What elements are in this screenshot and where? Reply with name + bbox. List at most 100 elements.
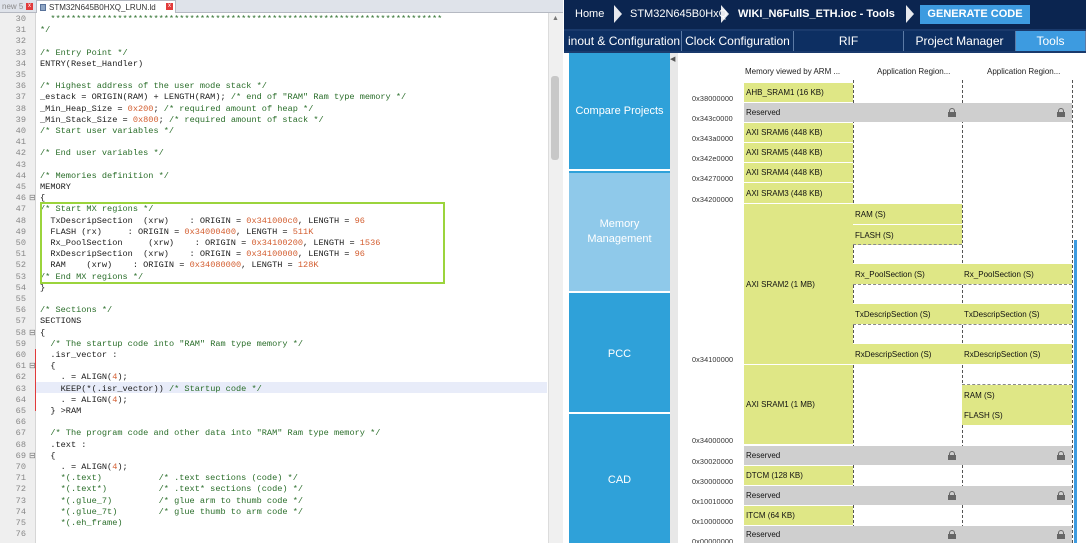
app1-region-ram[interactable]: RAM (S) [853,204,962,224]
line-number: 75 [15,518,26,528]
code-line: /* End user variables */ [40,148,164,159]
cubemx-tab-row: inout & Configuration Clock Configuratio… [564,29,1086,53]
app2-region-rx-pool[interactable]: Rx_PoolSection (S) [962,264,1072,284]
sidebar-item-compare-projects[interactable]: Compare Projects [569,53,670,171]
line-number: 35 [15,70,26,80]
app2-region-rx-descrip[interactable]: RxDescripSection (S) [962,344,1072,364]
code-line: /* Memories definition */ [40,170,169,181]
line-number: 64 [15,394,26,405]
code-line: SECTIONS [40,316,82,327]
address-label: 0x343c0000 [692,114,733,123]
app1-region-rx-descrip[interactable]: RxDescripSection (S) [853,344,962,364]
sidebar-item-cad[interactable]: CAD [569,416,670,543]
region-reserved[interactable]: Reserved [744,446,1072,465]
memory-view-scrollbar[interactable] [1074,240,1077,543]
address-label: 0x38000000 [692,94,734,103]
region-axi-sram1[interactable]: AXI SRAM1 (1 MB) [744,365,853,444]
breadcrumb-separator-icon [614,5,624,24]
lock-icon [1057,108,1065,117]
line-number: 69 [15,450,26,461]
fold-toggle-icon[interactable]: ⊟ [29,328,36,339]
app2-region-flash[interactable]: FLASH (S) [962,405,1072,425]
tab-linker-file[interactable]: STM32N645B0HXQ_LRUN.ld [36,0,176,13]
line-number: 72 [15,484,26,495]
address-label: 0x10010000 [692,497,734,506]
region-label: TxDescripSection (S) [855,309,931,319]
fold-toggle-icon[interactable]: ⊟ [29,193,36,204]
breadcrumb-project[interactable]: WIKI_N6FullS_ETH.ioc - Tools [738,5,895,24]
tab-label: STM32N645B0HXQ_LRUN.ld [49,3,156,12]
tab-tools[interactable]: Tools [1016,31,1086,51]
line-number: 44 [15,170,26,181]
region-axi-sram4[interactable]: AXI SRAM4 (448 KB) [744,163,853,182]
line-number: 50 [15,238,26,248]
region-label: Reserved [746,108,781,117]
breadcrumb-home[interactable]: Home [575,5,604,24]
line-number: 65 [15,406,26,416]
line-number: 70 [15,462,26,472]
column-header-app-region-1[interactable]: Application Region... [877,67,950,76]
line-number: 42 [15,148,26,159]
column-header-app-region-2[interactable]: Application Region... [987,67,1060,76]
region-label: Rx_PoolSection (S) [964,269,1034,279]
line-number: 60 [15,350,26,360]
region-reserved[interactable]: Reserved [744,486,1072,505]
region-label: TxDescripSection (S) [964,309,1040,319]
line-number: 46 [15,193,26,204]
line-number: 31 [15,25,26,36]
app1-region-flash[interactable]: FLASH (S) [853,225,962,245]
sidebar-item-memory-management[interactable]: Memory Management [569,173,670,293]
line-number: 47 [15,204,26,215]
line-number: 62 [15,372,26,383]
tab-pinout-configuration[interactable]: inout & Configuration [564,31,682,51]
tab-project-manager[interactable]: Project Manager [904,31,1016,51]
line-number: 40 [15,126,26,136]
code-line: */ [40,25,51,36]
lock-icon [1057,530,1065,539]
generate-code-button[interactable]: GENERATE CODE [920,5,1030,24]
code-line: . = ALIGN(4); [40,372,128,383]
fold-marker-line [35,349,36,411]
fold-toggle-icon[interactable]: ⊟ [29,451,36,462]
region-itcm[interactable]: ITCM (64 KB) [744,506,853,525]
line-number: 30 [15,14,26,24]
app2-region-ram[interactable]: RAM (S) [962,385,1072,405]
region-axi-sram3[interactable]: AXI SRAM3 (448 KB) [744,183,853,203]
region-label: AXI SRAM3 (448 KB) [746,188,823,198]
code-line: } [40,282,46,293]
app1-region-tx-descrip[interactable]: TxDescripSection (S) [853,304,962,324]
close-icon[interactable]: x [26,3,33,10]
region-ahb-sram1[interactable]: AHB_SRAM1 (16 KB) [744,83,853,102]
scroll-up-icon[interactable]: ▲ [550,14,561,24]
region-axi-sram2[interactable]: AXI SRAM2 (1 MB) [744,204,853,364]
sidebar-item-label: CAD [607,473,632,486]
region-dtcm[interactable]: DTCM (128 KB) [744,466,853,485]
region-reserved[interactable]: Reserved [744,103,1072,122]
code-line: ****************************************… [40,14,443,24]
memory-map-view[interactable] [678,53,1086,543]
lock-icon [948,451,956,460]
code-line: /* The program code and other data into … [50,428,381,439]
line-number: 54 [15,282,26,293]
tab-rif[interactable]: RIF [794,31,904,51]
sidebar-collapse-handle[interactable]: ◀ [670,53,678,543]
code-line: /* Sections */ [40,305,113,316]
tab-clock-configuration[interactable]: Clock Configuration [682,31,794,51]
sidebar-item-pcc[interactable]: PCC [569,295,670,414]
app1-region-rx-pool[interactable]: Rx_PoolSection (S) [853,264,962,284]
region-axi-sram6[interactable]: AXI SRAM6 (448 KB) [744,123,853,142]
code-line: *(.glue_7) /* glue arm to thumb code */ [40,495,304,506]
close-icon[interactable]: x [166,3,173,10]
code-line: *(.eh_frame) [40,518,123,528]
editor-scroll-thumb[interactable] [551,76,559,160]
code-line: *(.text) /* .text sections (code) */ [40,473,298,484]
region-reserved[interactable]: Reserved [744,526,1072,543]
file-icon [40,4,46,11]
app2-region-tx-descrip[interactable]: TxDescripSection (S) [962,304,1072,324]
editor-tab-bar: new 5 x STM32N645B0HXQ_LRUN.ld x [0,0,563,13]
breadcrumb-mcu[interactable]: STM32N645B0HxQ [630,5,727,24]
line-number: 61 [15,361,26,372]
region-axi-sram5[interactable]: AXI SRAM5 (448 KB) [744,143,853,162]
column-header-arm-view[interactable]: Memory viewed by ARM ... [745,67,840,76]
collapse-arrow-icon[interactable]: ◀ [670,55,675,63]
